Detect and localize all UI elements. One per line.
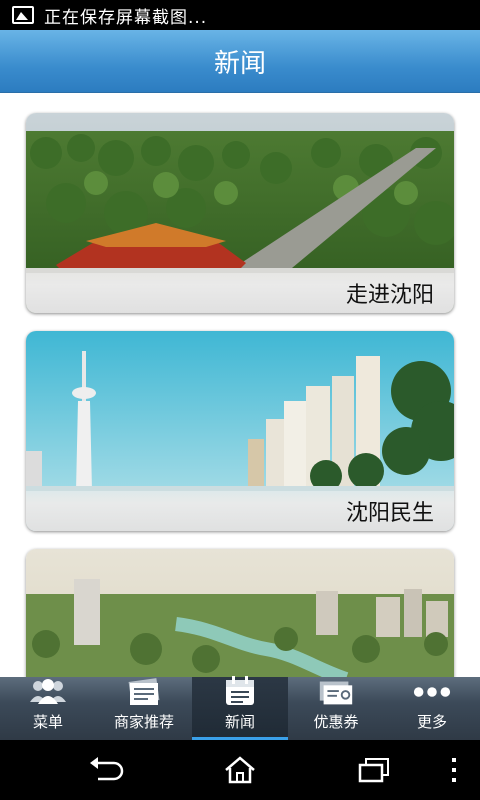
tab-label: 优惠券 xyxy=(313,713,359,731)
tab-coupons[interactable]: 优惠券 xyxy=(288,677,384,740)
card-caption: 走进沈阳 xyxy=(26,273,454,313)
tab-merchant-recommend[interactable]: 商家推荐 xyxy=(96,677,192,740)
header-bar: 新闻 xyxy=(0,30,480,93)
status-bar: 正在保存屏幕截图... xyxy=(0,0,480,30)
documents-icon xyxy=(124,677,164,707)
calendar-icon xyxy=(220,675,260,707)
tab-menu[interactable]: 菜单 xyxy=(0,677,96,740)
news-card-walk-into-shenyang[interactable]: 走进沈阳 xyxy=(26,113,454,313)
tab-label: 商家推荐 xyxy=(113,713,174,731)
page-title: 新闻 xyxy=(213,48,266,79)
card-caption: 沈阳民生 xyxy=(26,491,454,531)
home-icon xyxy=(225,756,255,784)
people-icon xyxy=(28,677,68,707)
system-nav-bar xyxy=(0,740,480,800)
back-button[interactable] xyxy=(86,754,126,786)
notification-text: 正在保存屏幕截图... xyxy=(44,7,208,28)
overflow-menu-button[interactable] xyxy=(436,754,472,786)
home-button[interactable] xyxy=(220,754,260,786)
park-aerial-image xyxy=(26,549,454,677)
news-list[interactable]: 走进沈阳 沈阳民生 xyxy=(0,93,480,677)
recent-apps-button[interactable] xyxy=(354,754,394,786)
recent-apps-icon xyxy=(358,758,389,783)
back-arrow-icon xyxy=(90,757,124,781)
news-card-shenyang-livelihood[interactable]: 沈阳民生 xyxy=(26,331,454,531)
tab-label: 更多 xyxy=(416,713,447,731)
overflow-dots-icon xyxy=(452,758,456,782)
tab-label: 新闻 xyxy=(224,713,255,731)
more-dots-icon xyxy=(412,677,452,707)
news-card-city-park[interactable] xyxy=(26,549,454,677)
tab-news[interactable]: 新闻 xyxy=(192,675,288,740)
screenshot-icon xyxy=(12,6,34,24)
coupon-icon xyxy=(316,677,356,707)
tab-more[interactable]: 更多 xyxy=(384,677,480,740)
tab-label: 菜单 xyxy=(32,713,63,731)
bottom-tab-bar: 菜单 商家推荐 新闻 优惠券 更多 xyxy=(0,675,480,740)
